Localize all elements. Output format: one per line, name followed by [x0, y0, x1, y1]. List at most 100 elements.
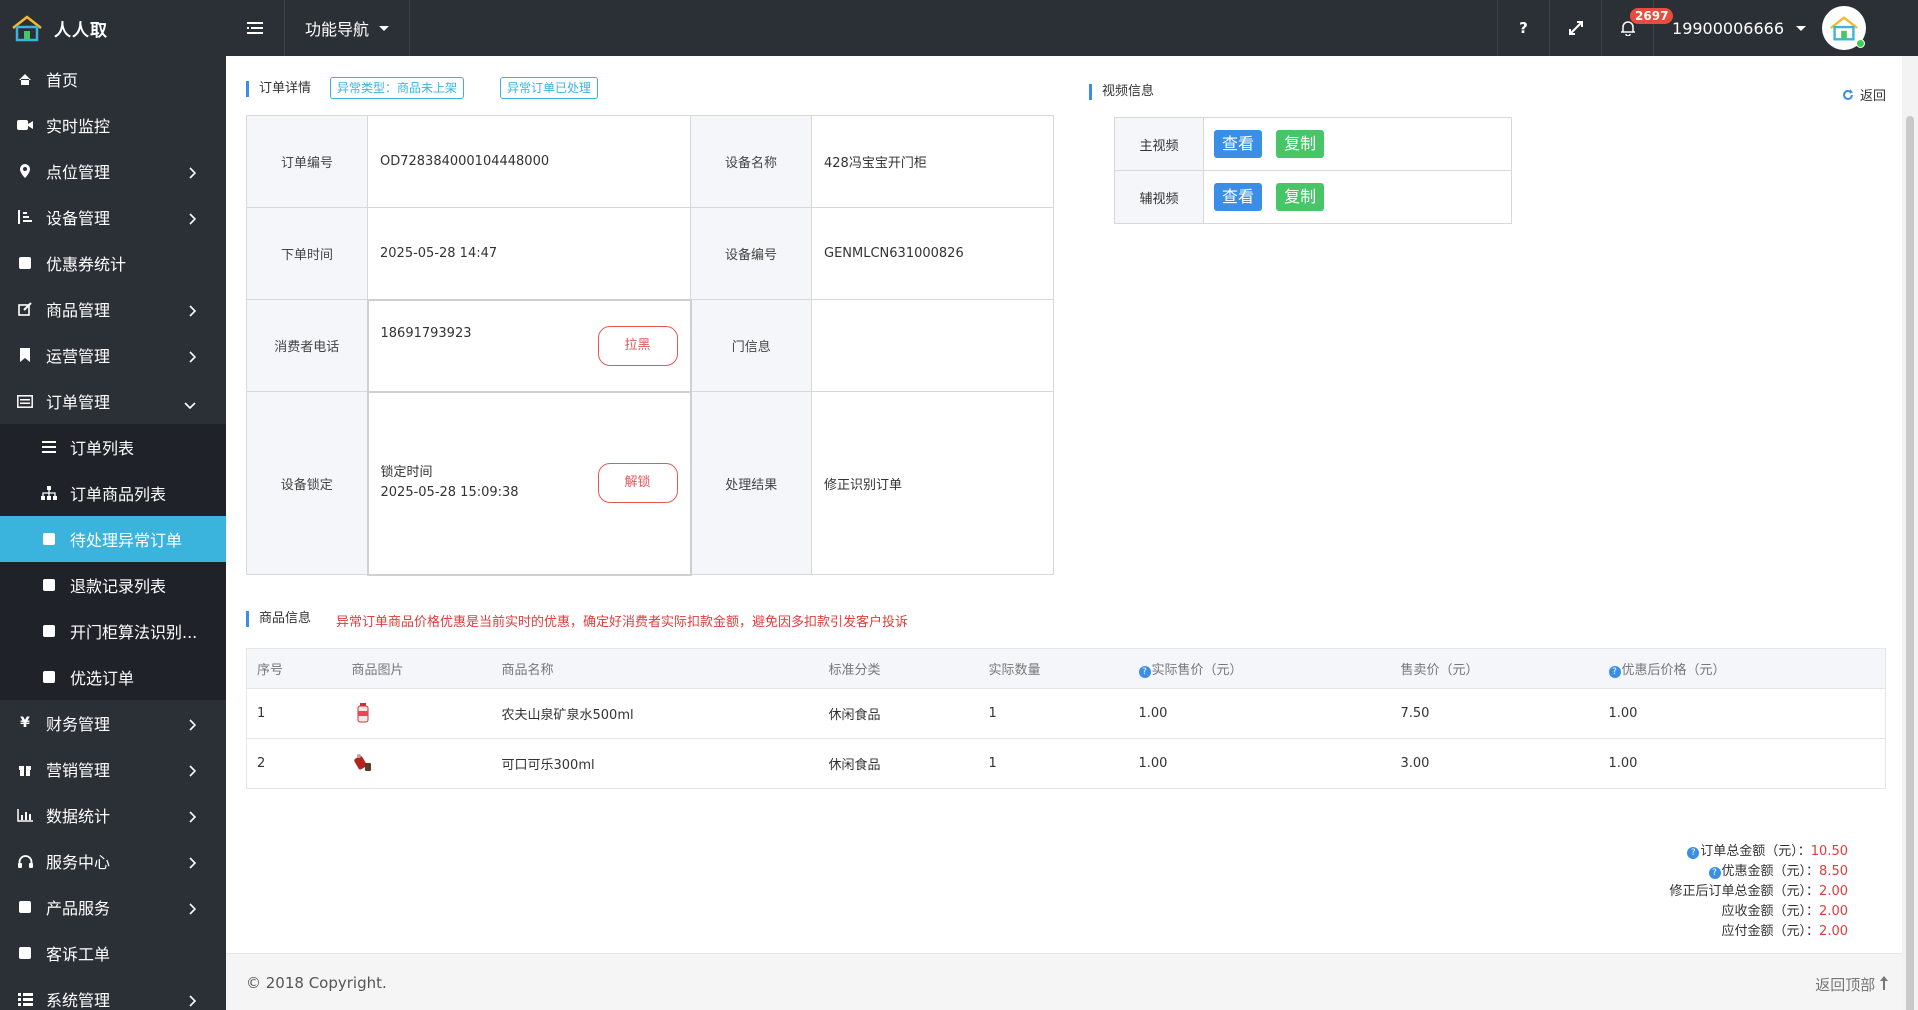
sidebar-item-system[interactable]: 系统管理 — [0, 976, 226, 1010]
goods-info-title: 商品信息 — [246, 611, 311, 627]
sub-video-actions: 查看 复制 — [1203, 170, 1512, 224]
blacklist-button[interactable]: 拉黑 — [597, 325, 678, 366]
total-amount-line: ? 订单总金额（元）：10.50 — [1670, 842, 1848, 862]
sidebar-item-selected-orders[interactable]: 优选订单 — [0, 654, 226, 700]
phone-label: 消费者电话 — [246, 299, 368, 392]
help-icon: ? — [1519, 19, 1528, 37]
cell-category: 休闲食品 — [818, 688, 979, 739]
sidebar-item-statistics[interactable]: 数据统计 — [0, 792, 226, 838]
sidebar-item-coupon-stats[interactable]: 优惠券统计 — [0, 240, 226, 286]
main-video-copy-button[interactable]: 复制 — [1276, 130, 1325, 158]
help-icon[interactable]: ? — [1687, 847, 1700, 859]
function-nav-dropdown[interactable]: 功能导航 — [284, 0, 411, 56]
top-bar: 人人取 功能导航 ? 2697 19900006666 — [0, 0, 1918, 56]
col-actual-price: ? 实际售价（元） — [1128, 648, 1391, 689]
fullscreen-button[interactable] — [1549, 0, 1601, 56]
square-icon — [16, 944, 34, 962]
sitemap-icon — [40, 484, 58, 502]
sidebar-item-order-list[interactable]: 订单列表 — [0, 424, 226, 470]
notification-button[interactable]: 2697 — [1601, 0, 1674, 56]
chevron-down-icon — [184, 394, 196, 413]
chevron-right-icon — [188, 808, 197, 827]
menu-toggle-button[interactable] — [226, 0, 284, 56]
cell-qty: 1 — [978, 738, 1129, 789]
sidebar-item-label: 订单列表 — [70, 439, 135, 458]
footer: © 2018 Copyright. 返回顶部 — [226, 953, 1902, 1010]
avatar[interactable] — [1822, 6, 1866, 50]
col-sell-price: 售卖价（元） — [1390, 648, 1599, 689]
sidebar-item-service[interactable]: 服务中心 — [0, 838, 226, 884]
main-video-view-button[interactable]: 查看 — [1214, 130, 1263, 158]
help-icon[interactable]: ? — [1608, 666, 1621, 678]
back-to-top-button[interactable]: 返回顶部 — [1815, 974, 1888, 995]
chevron-right-icon — [188, 762, 197, 781]
sidebar-item-label: 待处理异常订单 — [70, 531, 183, 550]
brand-name: 人人取 — [54, 20, 108, 41]
sidebar-item-label: 优选订单 — [70, 669, 135, 688]
cell-qty: 1 — [978, 688, 1129, 739]
help-icon[interactable]: ? — [1138, 666, 1151, 678]
gift-icon — [16, 760, 34, 778]
sidebar-item-operations[interactable]: 运营管理 — [0, 332, 226, 378]
phone-value: 18691793923 — [380, 325, 472, 341]
brand[interactable]: 人人取 — [0, 0, 226, 56]
sidebar-item-algorithm[interactable]: 开门柜算法识别... — [0, 608, 226, 654]
help-button[interactable]: ? — [1497, 0, 1549, 56]
order-time-value: 2025-05-28 14:47 — [367, 207, 691, 300]
sidebar-item-orders[interactable]: 订单管理 — [0, 378, 226, 424]
unlock-button[interactable]: 解锁 — [597, 463, 678, 503]
payable-amount: 2.00 — [1819, 924, 1848, 939]
col-qty: 实际数量 — [978, 648, 1129, 689]
square-icon — [40, 668, 58, 686]
table-header-row: 序号 商品图片 商品名称 标准分类 实际数量 ? 实际售价（元） 售卖价（元） ?… — [246, 648, 1886, 689]
refresh-icon — [1843, 88, 1853, 100]
sidebar-item-refunds[interactable]: 退款记录列表 — [0, 562, 226, 608]
cell-actual-price: 1.00 — [1128, 688, 1391, 739]
chevron-right-icon — [188, 992, 197, 1010]
cola-bottle-image[interactable] — [352, 751, 374, 773]
user-menu[interactable]: 19900006666 — [1653, 0, 1878, 56]
sidebar-item-marketing[interactable]: 营销管理 — [0, 746, 226, 792]
sidebar-item-monitor[interactable]: 实时监控 — [0, 102, 226, 148]
abnormal-status-tag: 异常订单已处理 — [500, 77, 599, 99]
sidebar-item-label: 财务管理 — [46, 715, 111, 734]
device-name-value: 428冯宝宝开门柜 — [811, 115, 1054, 208]
water-bottle-image[interactable] — [352, 701, 374, 723]
cell-discount-price: 1.00 — [1598, 738, 1886, 789]
cell-no: 2 — [246, 738, 342, 789]
sidebar-item-label: 产品服务 — [46, 899, 111, 918]
square-icon — [16, 254, 34, 272]
sidebar-item-pending-abnormal[interactable]: 待处理异常订单 — [0, 516, 226, 562]
sidebar-item-location[interactable]: 点位管理 — [0, 148, 226, 194]
home-icon — [16, 70, 34, 88]
sidebar-item-label: 客诉工单 — [46, 945, 111, 964]
video-info-title: 视频信息 — [1089, 84, 1154, 100]
sidebar-item-products[interactable]: 商品管理 — [0, 286, 226, 332]
cell-sell-price: 3.00 — [1390, 738, 1599, 789]
sidebar-item-order-goods[interactable]: 订单商品列表 — [0, 470, 226, 516]
back-label: 返回 — [1859, 89, 1886, 104]
sub-video-copy-button[interactable]: 复制 — [1276, 183, 1325, 211]
cell-actual-price: 1.00 — [1128, 738, 1391, 789]
sidebar-item-product-service[interactable]: 产品服务 — [0, 884, 226, 930]
sidebar-item-label: 系统管理 — [46, 991, 111, 1010]
sidebar-item-home[interactable]: 首页 — [0, 56, 226, 102]
online-status-dot — [1856, 39, 1865, 48]
col-name: 商品名称 — [491, 648, 819, 689]
scrollbar[interactable] — [1902, 56, 1918, 1010]
sub-video-view-button[interactable]: 查看 — [1214, 183, 1263, 211]
device-lock-cell: 解锁 锁定时间 2025-05-28 15:09:38 — [366, 390, 692, 576]
order-time-label: 下单时间 — [246, 207, 368, 300]
user-phone: 19900006666 — [1672, 18, 1784, 38]
sidebar-item-device[interactable]: 设备管理 — [0, 194, 226, 240]
sidebar-item-finance[interactable]: ¥ 财务管理 — [0, 700, 226, 746]
house-avatar-icon — [1830, 16, 1858, 41]
back-button[interactable]: 返回 — [1842, 85, 1886, 104]
scrollbar-thumb[interactable] — [1906, 116, 1914, 1010]
help-icon[interactable]: ? — [1708, 867, 1721, 879]
phone-cell: 18691793923 拉黑 — [366, 298, 692, 393]
result-label: 处理结果 — [690, 391, 812, 575]
chevron-right-icon — [188, 210, 197, 229]
sidebar-item-complaints[interactable]: 客诉工单 — [0, 930, 226, 976]
caret-down-icon — [1796, 25, 1806, 31]
